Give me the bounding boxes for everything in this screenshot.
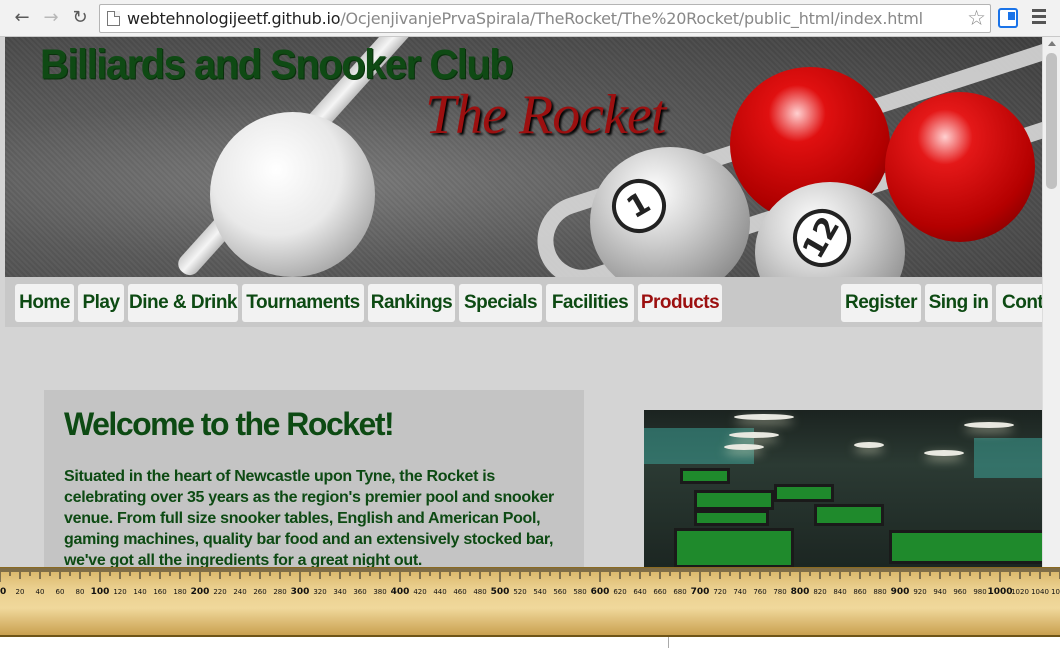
ruler-label: 760 [753, 588, 766, 596]
browser-menu-icon[interactable] [1032, 9, 1046, 27]
ruler-label: 1000 [987, 587, 1012, 597]
main-nav: Home Play Dine & Drink Tournaments Ranki… [5, 277, 1056, 327]
ruler-label: 780 [773, 588, 786, 596]
nav-sign-in[interactable]: Sing in [925, 284, 992, 322]
ruler-label: 120 [113, 588, 126, 596]
ruler-label: 80 [76, 588, 85, 596]
ruler-label: 220 [213, 588, 226, 596]
url-path: /OcjenjivanjePrvaSpirala/TheRocket/The%2… [340, 9, 923, 28]
ruler-label: 800 [791, 587, 810, 597]
welcome-section: Welcome to the Rocket! Situated in the h… [44, 390, 584, 567]
ruler-label: 820 [813, 588, 826, 596]
ruler-label: 280 [273, 588, 286, 596]
ruler-label: 160 [153, 588, 166, 596]
header-banner: 1 12 Billiards and Snooker Club The Rock… [5, 37, 1042, 277]
ruler-label: 920 [913, 588, 926, 596]
ruler-label: 660 [653, 588, 666, 596]
url-text[interactable]: webtehnologijeetf.github.io/Ocjenjivanje… [127, 9, 923, 28]
red-ball [885, 92, 1035, 242]
ruler-label: 260 [253, 588, 266, 596]
nav-dine-drink[interactable]: Dine & Drink [128, 284, 238, 322]
ruler-label: 320 [313, 588, 326, 596]
nav-register[interactable]: Register [841, 284, 921, 322]
ruler-label: 0 [0, 587, 6, 597]
ruler-label: 420 [413, 588, 426, 596]
bookmark-star-icon[interactable]: ☆ [967, 6, 986, 30]
pool-hall-photo [644, 410, 1042, 567]
ruler-label: 140 [133, 588, 146, 596]
ruler-label: 740 [733, 588, 746, 596]
ruler-label: 560 [553, 588, 566, 596]
ruler-label: 240 [233, 588, 246, 596]
screen-ruler[interactable]: 0 20 40 60 80 100 120 140 160 180 200 220 240 260 280 3… [0, 567, 1060, 637]
ruler-label: 600 [591, 587, 610, 597]
ruler-label: 40 [36, 588, 45, 596]
ruler-label: 960 [953, 588, 966, 596]
nav-tournaments[interactable]: Tournaments [242, 284, 364, 322]
welcome-title: Welcome to the Rocket! [64, 406, 395, 442]
ruler-label: 700 [691, 587, 710, 597]
extension-icon[interactable] [998, 8, 1018, 28]
white-ball [210, 112, 375, 277]
nav-home[interactable]: Home [15, 284, 74, 322]
ruler-label: 440 [433, 588, 446, 596]
ruler-label: 1040 [1031, 588, 1049, 596]
ruler-label: 1020 [1011, 588, 1029, 596]
ruler-label: 60 [56, 588, 65, 596]
location-highlight: Newcastle upon Tyne [234, 468, 392, 485]
scroll-up-icon[interactable] [1048, 41, 1056, 46]
ruler-label: 640 [633, 588, 646, 596]
ruler-scale: 0 20 40 60 80 100 120 140 160 180 200 220 240 260 280 3… [0, 568, 1060, 597]
ruler-label: 340 [333, 588, 346, 596]
ruler-label: 860 [853, 588, 866, 596]
address-bar[interactable]: webtehnologijeetf.github.io/Ocjenjivanje… [99, 4, 991, 33]
ruler-label: 540 [533, 588, 546, 596]
nav-facilities[interactable]: Facilities [546, 284, 634, 322]
ruler-label: 680 [673, 588, 686, 596]
welcome-text-part: Situated in the heart of [64, 468, 235, 485]
url-host: webtehnologijeetf.github.io [127, 9, 341, 28]
reload-icon[interactable]: ↻ [69, 7, 91, 29]
ruler-label: 460 [453, 588, 466, 596]
ruler-label: 1060 [1051, 588, 1060, 596]
ruler-label: 880 [873, 588, 886, 596]
back-arrow-icon[interactable]: ← [11, 7, 33, 29]
nav-rankings[interactable]: Rankings [368, 284, 455, 322]
forward-arrow-icon[interactable]: → [40, 7, 62, 29]
nav-products[interactable]: Products [638, 284, 722, 322]
ruler-label: 900 [891, 587, 910, 597]
ruler-label: 980 [973, 588, 986, 596]
ruler-label: 580 [573, 588, 586, 596]
page-icon [107, 11, 120, 26]
ruler-label: 940 [933, 588, 946, 596]
ruler-label: 180 [173, 588, 186, 596]
ruler-label: 360 [353, 588, 366, 596]
years-highlight: 35 years [186, 489, 249, 506]
nav-specials[interactable]: Specials [459, 284, 542, 322]
ruler-label: 20 [16, 588, 25, 596]
ruler-label: 620 [613, 588, 626, 596]
ruler-label: 300 [291, 587, 310, 597]
ruler-label: 480 [473, 588, 486, 596]
browser-toolbar: ← → ↻ webtehnologijeetf.github.io/Ocjenj… [0, 0, 1060, 37]
ruler-label: 500 [491, 587, 510, 597]
ruler-label: 100 [91, 587, 110, 597]
ruler-label: 200 [191, 587, 210, 597]
nav-play[interactable]: Play [78, 284, 124, 322]
ruler-label: 400 [391, 587, 410, 597]
ruler-label: 380 [373, 588, 386, 596]
ruler-label: 720 [713, 588, 726, 596]
page-scrollbar[interactable] [1042, 37, 1060, 567]
scroll-thumb[interactable] [1046, 53, 1057, 189]
site-subtitle: The Rocket [425, 84, 666, 146]
ruler-label: 840 [833, 588, 846, 596]
ruler-label: 520 [513, 588, 526, 596]
welcome-text: Situated in the heart of Newcastle upon … [64, 466, 569, 567]
